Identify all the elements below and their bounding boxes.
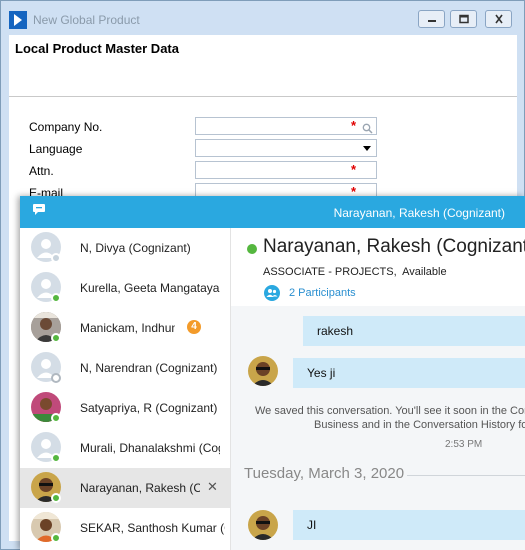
chat-title-bar[interactable]: Narayanan, Rakesh (Cognizant) (20, 196, 525, 228)
presence-available-icon (51, 493, 61, 503)
attn-field[interactable]: * (195, 161, 377, 179)
date-separator: Tuesday, March 3, 2020 (244, 465, 405, 482)
divider (9, 96, 517, 97)
presence-available-icon (51, 293, 61, 303)
contact-name: N, Narendran (Cognizant) (80, 361, 218, 375)
chat-window: Narayanan, Rakesh (Cognizant) N, Divya (… (20, 196, 525, 550)
conversation-title[interactable]: Narayanan, Rakesh (Cognizant) (263, 236, 525, 258)
close-conversation-icon[interactable]: ✕ (207, 479, 218, 495)
required-marker: * (350, 118, 356, 133)
contact-status: Available (402, 266, 447, 278)
divider (407, 475, 525, 476)
message-timestamp: 2:53 PM (445, 439, 483, 450)
presence-available-icon (51, 413, 61, 423)
contact-item[interactable]: Satyapriya, R (Cognizant) (20, 388, 230, 428)
conversation-saved-notice-line2: Business and in the Conversation History… (314, 419, 525, 431)
presence-unknown-icon (51, 253, 61, 263)
conversation-header: Narayanan, Rakesh (Cognizant) ASSOCIATE … (231, 228, 525, 306)
required-marker: * (350, 162, 356, 177)
avatar (31, 312, 61, 343)
message-bubble-received: JI (293, 510, 525, 540)
unread-count-badge: 4 (187, 320, 201, 334)
contact-role: ASSOCIATE - PROJECTS (263, 266, 394, 278)
language-dropdown[interactable] (195, 139, 377, 157)
minimize-button[interactable] (418, 10, 445, 28)
conversation-saved-notice: We saved this conversation. You'll see i… (255, 405, 525, 417)
contact-name: Kurella, Geeta Mangatayaru (80, 281, 220, 295)
contact-item[interactable]: Kurella, Geeta Mangatayaru (20, 268, 230, 308)
avatar (31, 472, 61, 503)
conversation-list: N, Divya (Cognizant) Kurella, Geeta Mang… (20, 228, 231, 550)
presence-offline-icon (51, 373, 61, 383)
avatar (31, 512, 61, 543)
avatar (31, 272, 61, 303)
message-bubble-own: rakesh (303, 316, 525, 346)
avatar (248, 510, 278, 540)
title-bar[interactable]: New Global Product (1, 1, 524, 35)
contact-name: Narayanan, Rakesh (Cognizant) (80, 481, 200, 495)
contact-item[interactable]: N, Divya (Cognizant) (20, 228, 230, 268)
participants-link[interactable]: 2 Participants (289, 287, 356, 299)
contact-item[interactable]: N, Narendran (Cognizant) (20, 348, 230, 388)
company-no-field[interactable]: * (195, 117, 377, 135)
avatar (31, 232, 61, 263)
chevron-down-icon[interactable] (363, 146, 371, 151)
contact-name: Manickam, Indhumathi (80, 321, 175, 335)
contact-item[interactable]: Murali, Dhanalakshmi (Cognizant) (20, 428, 230, 468)
language-label: Language (29, 142, 83, 156)
presence-available-icon (51, 453, 61, 463)
avatar (248, 356, 278, 386)
presence-available-icon (51, 533, 61, 543)
app-logo-icon (9, 11, 27, 29)
contact-name: Murali, Dhanalakshmi (Cognizant) (80, 441, 220, 455)
chat-header-name: Narayanan, Rakesh (Cognizant) (333, 206, 505, 220)
presence-available-icon (51, 333, 61, 343)
contact-name: Satyapriya, R (Cognizant) (80, 401, 218, 415)
avatar (31, 392, 61, 423)
avatar (31, 352, 61, 383)
contact-item[interactable]: Manickam, Indhumathi 4 (20, 308, 230, 348)
attn-label: Attn. (29, 164, 54, 178)
contact-status-line: ASSOCIATE - PROJECTS, Available (263, 266, 447, 278)
maximize-button[interactable] (450, 10, 477, 28)
avatar (31, 432, 61, 463)
conversation-pane: Narayanan, Rakesh (Cognizant) ASSOCIATE … (231, 228, 525, 550)
close-button[interactable] (485, 10, 512, 28)
contact-item-selected[interactable]: Narayanan, Rakesh (Cognizant) ✕ (20, 468, 230, 508)
search-icon[interactable] (362, 121, 373, 139)
participants-icon[interactable] (264, 285, 280, 301)
company-no-label: Company No. (29, 120, 103, 134)
contact-item[interactable]: SEKAR, Santhosh Kumar (Cognizant) (20, 508, 230, 548)
message-bubble-received: Yes ji (293, 358, 525, 388)
chat-bubble-icon (32, 203, 46, 222)
window-title: New Global Product (33, 13, 140, 27)
contact-name: N, Divya (Cognizant) (80, 241, 191, 255)
presence-available-icon (247, 244, 257, 254)
page-title: Local Product Master Data (15, 41, 179, 56)
contact-name: SEKAR, Santhosh Kumar (Cognizant) (80, 521, 225, 535)
